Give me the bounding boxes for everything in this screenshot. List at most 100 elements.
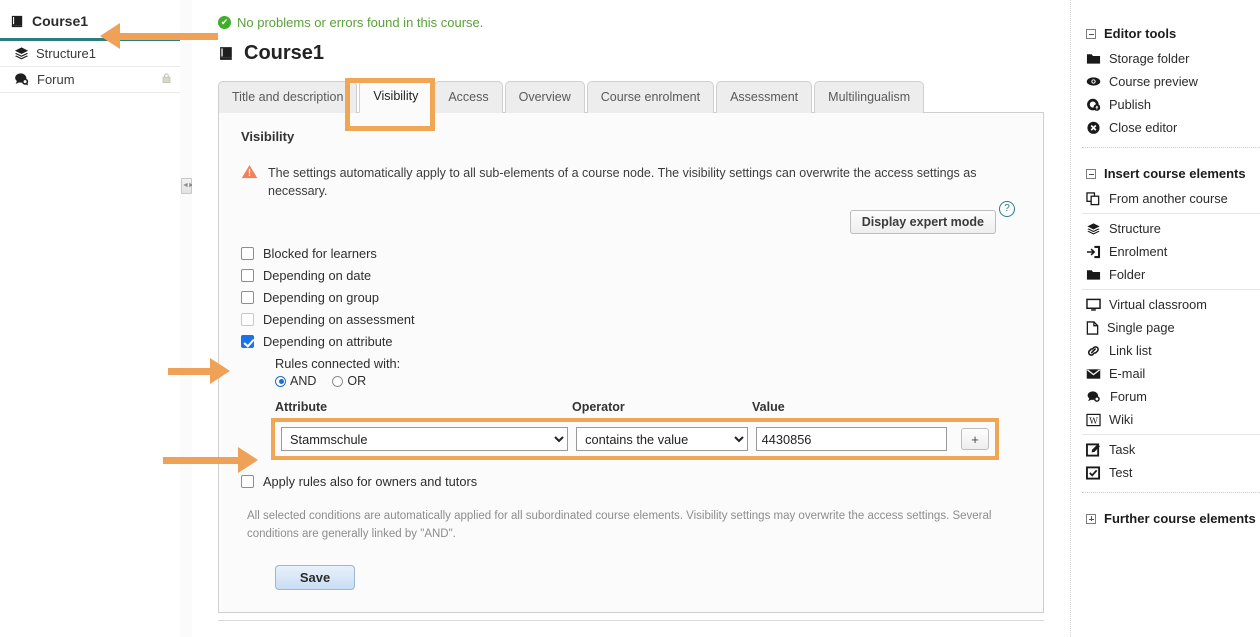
element-label: E-mail	[1109, 366, 1145, 381]
group-title-label: Further course elements	[1104, 511, 1256, 526]
main-content: ✔ No problems or errors found in this co…	[192, 0, 1071, 637]
element-email[interactable]: E-mail	[1082, 362, 1260, 385]
element-label: Single page	[1107, 320, 1175, 335]
tab-visibility[interactable]: Visibility	[359, 80, 432, 113]
folder-icon	[1086, 268, 1101, 281]
checkbox-box[interactable]	[241, 475, 254, 488]
tool-close-editor[interactable]: Close editor	[1082, 116, 1260, 139]
element-enrolment[interactable]: Enrolment	[1082, 240, 1260, 263]
page-title-text: Course1	[244, 42, 324, 65]
group-title-insert-course-elements[interactable]: Insert course elements	[1082, 156, 1260, 187]
mail-icon	[1086, 368, 1101, 380]
tool-label: Storage folder	[1109, 51, 1189, 66]
forum-icon	[14, 72, 30, 87]
attribute-select[interactable]: Stammschule	[281, 427, 568, 451]
publish-icon	[1086, 98, 1101, 112]
wiki-icon: W	[1086, 413, 1101, 427]
element-link-list[interactable]: Link list	[1082, 339, 1260, 362]
tab-access[interactable]: Access	[434, 81, 502, 113]
tool-label: Course preview	[1109, 74, 1198, 89]
checkbox-depending-on-group[interactable]: Depending on group	[241, 290, 1021, 305]
help-icon[interactable]: ?	[999, 201, 1015, 217]
element-virtual-classroom[interactable]: Virtual classroom	[1082, 293, 1260, 316]
tab-label: Visibility	[373, 89, 418, 103]
tool-label: Publish	[1109, 97, 1151, 112]
lock-icon	[161, 73, 172, 85]
tab-label: Overview	[519, 90, 571, 104]
sidebar-divider	[1082, 434, 1260, 435]
tool-publish[interactable]: Publish	[1082, 93, 1260, 116]
element-single-page[interactable]: Single page	[1082, 316, 1260, 339]
element-forum[interactable]: Forum	[1082, 385, 1260, 408]
operator-select[interactable]: contains the value	[576, 427, 747, 451]
checkbox-label: Depending on assessment	[263, 312, 415, 327]
tab-label: Multilingualism	[828, 90, 910, 104]
tool-course-preview[interactable]: Course preview	[1082, 70, 1260, 93]
element-task[interactable]: Task	[1082, 438, 1260, 461]
sidebar-divider	[1082, 147, 1260, 148]
expand-plus-icon[interactable]	[1086, 514, 1096, 524]
tab-label: Access	[448, 90, 488, 104]
radio-and[interactable]: AND	[275, 374, 316, 388]
radio-dot[interactable]	[332, 376, 343, 387]
add-rule-button[interactable]: +	[961, 428, 989, 450]
group-title-label: Insert course elements	[1104, 166, 1246, 181]
book-icon	[218, 45, 235, 62]
element-from-another-course[interactable]: From another course	[1082, 187, 1260, 210]
collapse-minus-icon[interactable]	[1086, 29, 1096, 39]
expert-mode-row: Display expert mode ?	[241, 210, 1021, 234]
value-input[interactable]	[756, 427, 947, 451]
header-attribute: Attribute	[275, 400, 572, 414]
tree-item-label: Forum	[37, 72, 75, 87]
checkbox-depending-on-assessment: Depending on assessment	[241, 312, 1021, 327]
checkbox-box[interactable]	[241, 335, 254, 348]
display-expert-mode-button[interactable]: Display expert mode	[850, 210, 996, 234]
element-label: From another course	[1109, 191, 1228, 206]
element-label: Structure	[1109, 221, 1161, 236]
splitter-handle[interactable]: ◄►	[181, 178, 192, 194]
checkbox-depending-on-date[interactable]: Depending on date	[241, 268, 1021, 283]
tab-assessment[interactable]: Assessment	[716, 81, 812, 113]
header-operator: Operator	[572, 400, 752, 414]
layers-icon	[1086, 222, 1101, 236]
tree-item-forum[interactable]: Forum	[0, 67, 180, 93]
checkbox-box	[241, 313, 254, 326]
checkbox-label: Depending on date	[263, 268, 371, 283]
checkbox-blocked-for-learners[interactable]: Blocked for learners	[241, 246, 1021, 261]
rules-connector-radios: AND OR	[275, 374, 1021, 388]
arrow-to-depending-on-attribute	[168, 358, 230, 384]
visibility-panel: Visibility The settings automatically ap…	[218, 113, 1044, 613]
radio-or[interactable]: OR	[332, 374, 366, 388]
tab-multilingualism[interactable]: Multilingualism	[814, 81, 924, 113]
checkbox-apply-rules-owners-tutors[interactable]: Apply rules also for owners and tutors	[241, 474, 1021, 489]
arrow-to-rule-row	[163, 447, 258, 473]
tab-overview[interactable]: Overview	[505, 81, 585, 113]
arrow-shaft	[119, 33, 218, 40]
element-folder[interactable]: Folder	[1082, 263, 1260, 286]
element-structure[interactable]: Structure	[1082, 217, 1260, 240]
link-icon	[1086, 344, 1101, 358]
checkbox-box[interactable]	[241, 247, 254, 260]
group-title-editor-tools[interactable]: Editor tools	[1082, 0, 1260, 47]
eye-icon	[1086, 75, 1101, 88]
element-label: Test	[1109, 465, 1132, 480]
layers-icon	[14, 46, 29, 61]
radio-dot[interactable]	[275, 376, 286, 387]
tab-course-enrolment[interactable]: Course enrolment	[587, 81, 714, 113]
group-title-further-course-elements[interactable]: Further course elements	[1082, 501, 1260, 532]
course-tree-sidebar: Course1 Structure1 Forum	[0, 0, 181, 637]
element-label: Wiki	[1109, 412, 1133, 427]
section-title: Visibility	[241, 129, 1021, 144]
tool-storage-folder[interactable]: Storage folder	[1082, 47, 1260, 70]
element-test[interactable]: Test	[1082, 461, 1260, 484]
task-icon	[1086, 443, 1101, 457]
checkbox-box[interactable]	[241, 291, 254, 304]
checkbox-depending-on-attribute[interactable]: Depending on attribute	[241, 334, 1021, 349]
save-button[interactable]: Save	[275, 565, 355, 590]
sidebar-divider	[1082, 492, 1260, 493]
collapse-minus-icon[interactable]	[1086, 169, 1096, 179]
tab-title-and-description[interactable]: Title and description	[218, 81, 357, 113]
checkbox-box[interactable]	[241, 269, 254, 282]
element-wiki[interactable]: W Wiki	[1082, 408, 1260, 431]
header-value: Value	[752, 400, 932, 414]
